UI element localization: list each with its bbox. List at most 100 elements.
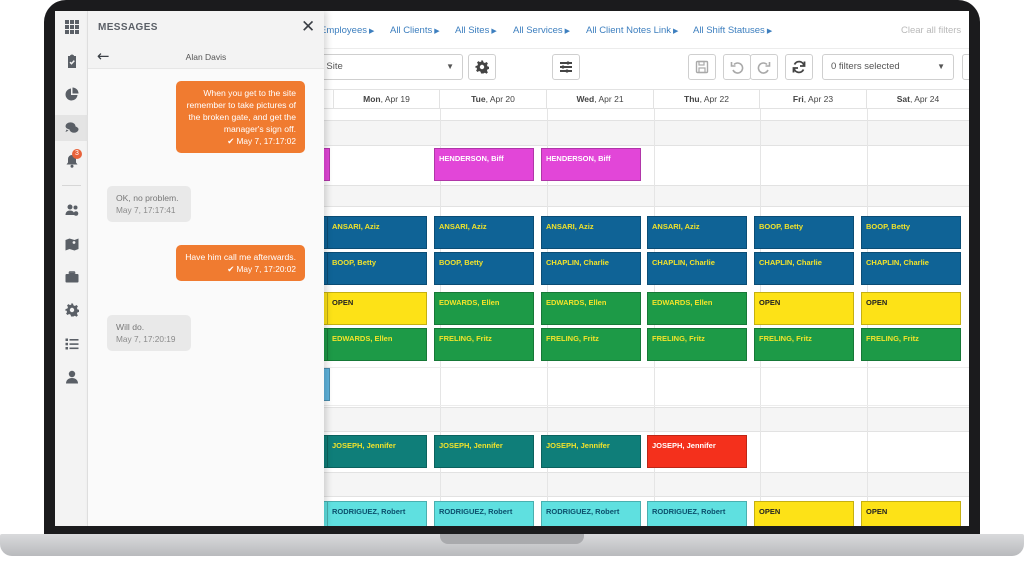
day-name: Fri <box>792 94 804 104</box>
shift-block[interactable]: ANSARI, Aziz <box>647 216 747 249</box>
shift-block[interactable]: OPEN <box>861 501 961 526</box>
clipboard-check-icon[interactable] <box>55 48 88 74</box>
filter-services-link[interactable]: All Services ▶ <box>513 25 570 36</box>
filters-select-value: 0 filters selected <box>831 61 900 72</box>
shift-label: RODRIGUEZ, Robert <box>546 507 620 516</box>
shift-label: HENDERSON, Biff <box>546 154 611 163</box>
shift-block[interactable]: BOOP, Betty <box>434 252 534 285</box>
close-icon[interactable]: ✕ <box>301 19 315 36</box>
shift-label: JOSEPH, Jennifer <box>439 441 503 450</box>
grid-icon[interactable] <box>55 14 88 40</box>
redo-icon <box>757 62 771 74</box>
group-row <box>324 407 969 432</box>
message-bubble-outgoing: When you get to the site remember to tak… <box>176 81 305 153</box>
icon-bar: 3 <box>55 11 88 526</box>
day-date: Apr 22 <box>703 94 729 104</box>
shift-block[interactable]: EDWARDS, Ellen <box>434 292 534 325</box>
shift-block[interactable]: CHAPLIN, Charlie <box>754 252 854 285</box>
refresh-icon <box>792 60 806 74</box>
briefcase-icon[interactable] <box>55 264 88 290</box>
day-header-thu: Thu, Apr 22 <box>654 89 760 109</box>
shift-block[interactable]: RODRIGUEZ, Robert <box>541 501 641 526</box>
pie-chart-icon[interactable] <box>55 81 88 107</box>
shift-block[interactable]: FRELING, Fritz <box>754 328 854 361</box>
filters-select[interactable]: 0 filters selected ▼ <box>822 54 954 80</box>
refresh-button[interactable] <box>785 54 813 80</box>
filter-employees-link[interactable]: Employees ▶ <box>320 25 374 36</box>
message-text: Have him call me afterwards. <box>185 252 296 262</box>
adjust-view-button[interactable] <box>552 54 580 80</box>
shift-block[interactable]: FRELING, Fritz <box>647 328 747 361</box>
shift-label: FRELING, Fritz <box>439 334 492 343</box>
shift-block[interactable]: FRELING, Fritz <box>541 328 641 361</box>
shift-label: EDWARDS, Ellen <box>439 298 500 307</box>
filter-shift-statuses-link[interactable]: All Shift Statuses ▶ <box>693 25 772 36</box>
clear-all-filters-link[interactable]: Clear all filters <box>901 25 961 36</box>
shift-block[interactable]: ANSARI, Aziz <box>327 216 427 249</box>
shift-block[interactable]: RODRIGUEZ, Robert <box>647 501 747 526</box>
shift-label: EDWARDS, Ellen <box>652 298 713 307</box>
list-icon[interactable] <box>55 331 88 357</box>
undo-button[interactable] <box>723 54 751 80</box>
user-icon[interactable] <box>55 364 88 390</box>
toolbar: y Site ▼ 0 filters selected ▼ <box>310 49 969 89</box>
messages-header: MESSAGES ✕ <box>88 11 324 45</box>
shift-block[interactable]: FRELING, Fritz <box>434 328 534 361</box>
day-name: Tue <box>471 94 486 104</box>
shift-label: JOSEPH, Jennifer <box>332 441 396 450</box>
shift-label: RODRIGUEZ, Robert <box>439 507 513 516</box>
message-timestamp: May 7, 17:20:02 <box>236 264 296 274</box>
shift-block[interactable]: JOSEPH, Jennifer <box>327 435 427 468</box>
shift-label: FRELING, Fritz <box>652 334 705 343</box>
users-cog-icon[interactable] <box>55 197 88 223</box>
shift-block[interactable]: CHAPLIN, Charlie <box>861 252 961 285</box>
day-name: Thu <box>684 94 700 104</box>
shift-block[interactable]: JOSEPH, Jennifer <box>541 435 641 468</box>
tools-button[interactable] <box>962 54 969 80</box>
shift-block[interactable]: CHAPLIN, Charlie <box>647 252 747 285</box>
redo-button[interactable] <box>750 54 778 80</box>
shift-label: BOOP, Betty <box>439 258 484 267</box>
filter-sites-link[interactable]: All Sites ▶ <box>455 25 497 36</box>
day-date: Apr 24 <box>914 94 940 104</box>
site-select[interactable]: y Site ▼ <box>310 54 463 80</box>
shift-label: EDWARDS, Ellen <box>332 334 393 343</box>
bell-icon[interactable]: 3 <box>55 148 88 174</box>
shift-block[interactable]: CHAPLIN, Charlie <box>541 252 641 285</box>
shift-block[interactable]: HENDERSON, Biff <box>541 148 641 181</box>
filter-clients-link[interactable]: All Clients ▶ <box>390 25 440 36</box>
day-header-partial <box>324 89 334 109</box>
filter-label: All Services <box>513 25 563 36</box>
filter-client-notes-link[interactable]: All Client Notes Link ▶ <box>586 25 678 36</box>
shift-block[interactable]: RODRIGUEZ, Robert <box>434 501 534 526</box>
shift-block[interactable]: FRELING, Fritz <box>861 328 961 361</box>
shift-block[interactable]: OPEN <box>754 501 854 526</box>
caret-right-icon: ▶ <box>766 28 773 35</box>
gear-icon[interactable] <box>55 297 88 323</box>
message-timestamp: May 7, 17:17:41 <box>116 205 176 215</box>
save-button[interactable] <box>688 54 716 80</box>
shift-block[interactable]: BOOP, Betty <box>861 216 961 249</box>
shift-block[interactable]: JOSEPH, Jennifer <box>434 435 534 468</box>
day-header-tue: Tue, Apr 20 <box>440 89 547 109</box>
settings-button[interactable] <box>468 54 496 80</box>
shift-block[interactable]: OPEN <box>861 292 961 325</box>
chevron-down-icon: ▼ <box>446 62 454 71</box>
shift-block[interactable]: BOOP, Betty <box>754 216 854 249</box>
shift-label: HENDERSON, Biff <box>439 154 504 163</box>
shift-block[interactable]: EDWARDS, Ellen <box>647 292 747 325</box>
shift-block[interactable]: BOOP, Betty <box>327 252 427 285</box>
shift-block[interactable]: HENDERSON, Biff <box>434 148 534 181</box>
shift-label: BOOP, Betty <box>866 222 911 231</box>
shift-block[interactable]: OPEN <box>327 292 427 325</box>
shift-block[interactable]: OPEN <box>754 292 854 325</box>
shift-block[interactable]: EDWARDS, Ellen <box>327 328 427 361</box>
shift-block[interactable]: EDWARDS, Ellen <box>541 292 641 325</box>
shift-label: BOOP, Betty <box>332 258 377 267</box>
shift-block[interactable]: JOSEPH, Jennifer <box>647 435 747 468</box>
map-icon[interactable] <box>55 231 88 257</box>
shift-block[interactable]: RODRIGUEZ, Robert <box>327 501 427 526</box>
shift-block[interactable]: ANSARI, Aziz <box>541 216 641 249</box>
shift-block[interactable]: ANSARI, Aziz <box>434 216 534 249</box>
chat-icon[interactable] <box>55 115 88 141</box>
